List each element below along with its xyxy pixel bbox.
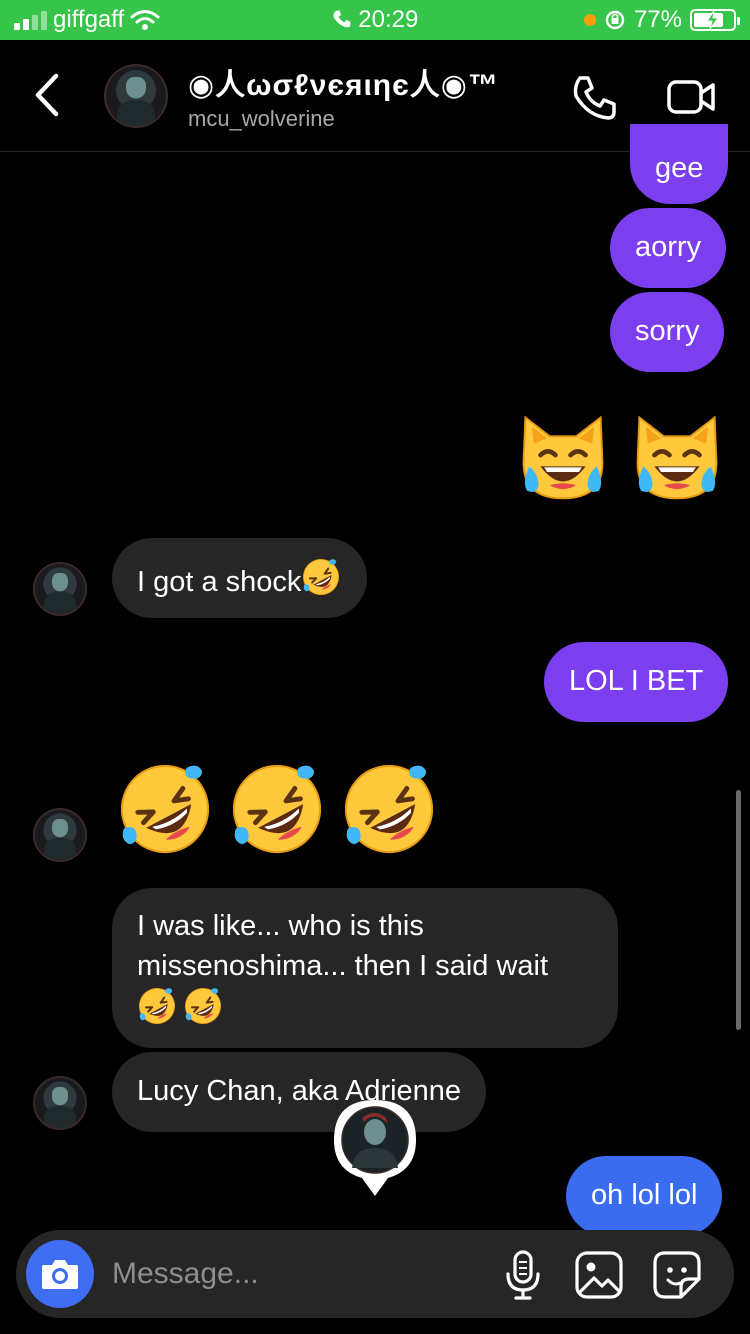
camera-button[interactable]: [26, 1240, 94, 1308]
message-text: aorry: [635, 231, 702, 263]
mic-in-use-indicator: [583, 14, 596, 26]
message-emoji-line: [137, 986, 593, 1026]
message-text: I got a shock: [137, 566, 302, 598]
rolling-on-floor-laughing-icon: [340, 760, 438, 858]
message-text: gee: [655, 152, 704, 184]
video-camera-icon[interactable]: [666, 72, 716, 122]
outgoing-message[interactable]: gee: [630, 124, 729, 204]
contact-display-name[interactable]: ◉人ωσℓνєяιηє人◉™: [188, 60, 499, 104]
phone-call-indicator-icon: [333, 10, 350, 28]
incoming-message[interactable]: Lucy Chan, aka Adrienne: [112, 1052, 487, 1132]
outgoing-emoji-message[interactable]: [516, 408, 724, 506]
sender-avatar[interactable]: [33, 562, 87, 616]
cat-with-tears-of-joy-icon: [630, 408, 724, 506]
incoming-message[interactable]: I got a shock: [112, 538, 368, 618]
rolling-on-floor-laughing-icon: [183, 986, 223, 1026]
rolling-on-floor-laughing-icon: [116, 760, 214, 858]
contact-avatar[interactable]: [104, 64, 168, 128]
gallery-icon[interactable]: [572, 1248, 626, 1302]
rolling-on-floor-laughing-icon: [228, 760, 326, 858]
outgoing-message[interactable]: aorry: [610, 208, 727, 288]
incoming-emoji-message[interactable]: [116, 760, 438, 858]
scrollbar[interactable]: [736, 790, 741, 1030]
clock-time: 20:29: [358, 6, 419, 33]
battery-icon: [690, 9, 740, 31]
rolling-on-floor-laughing-icon: [137, 986, 177, 1026]
message-text: sorry: [635, 315, 700, 347]
outgoing-message[interactable]: sorry: [610, 292, 725, 372]
message-text: oh lol lol: [591, 1179, 698, 1211]
camera-icon: [42, 1260, 78, 1289]
message-input[interactable]: [112, 1252, 482, 1296]
incoming-message[interactable]: I was like... who is this missenoshima..…: [112, 888, 618, 1048]
seen-indicator-avatar: [334, 1100, 416, 1196]
message-text: LOL I BET: [569, 665, 704, 697]
rolling-on-floor-laughing-icon: [301, 557, 341, 597]
sender-avatar[interactable]: [33, 808, 87, 862]
message-text-line: I was like... who is this: [137, 910, 424, 942]
status-bar: giffgaff 20:29 77%: [0, 0, 750, 40]
battery-percent: 77%: [633, 6, 682, 33]
cat-with-tears-of-joy-icon: [516, 408, 610, 506]
phone-icon[interactable]: [570, 72, 620, 122]
microphone-icon[interactable]: [496, 1248, 550, 1302]
contact-username[interactable]: mcu_wolverine: [188, 106, 335, 132]
outgoing-message[interactable]: LOL I BET: [544, 642, 729, 722]
battery-group: 77%: [583, 6, 740, 34]
message-text-line: missenoshima... then I said wait: [137, 950, 549, 982]
message-composer: [16, 1230, 734, 1318]
sticker-icon[interactable]: [650, 1248, 704, 1302]
sender-avatar[interactable]: [33, 1076, 87, 1130]
back-chevron-icon[interactable]: [28, 70, 68, 120]
orientation-lock-icon: [605, 10, 625, 30]
outgoing-message-latest[interactable]: oh lol lol: [566, 1156, 723, 1236]
